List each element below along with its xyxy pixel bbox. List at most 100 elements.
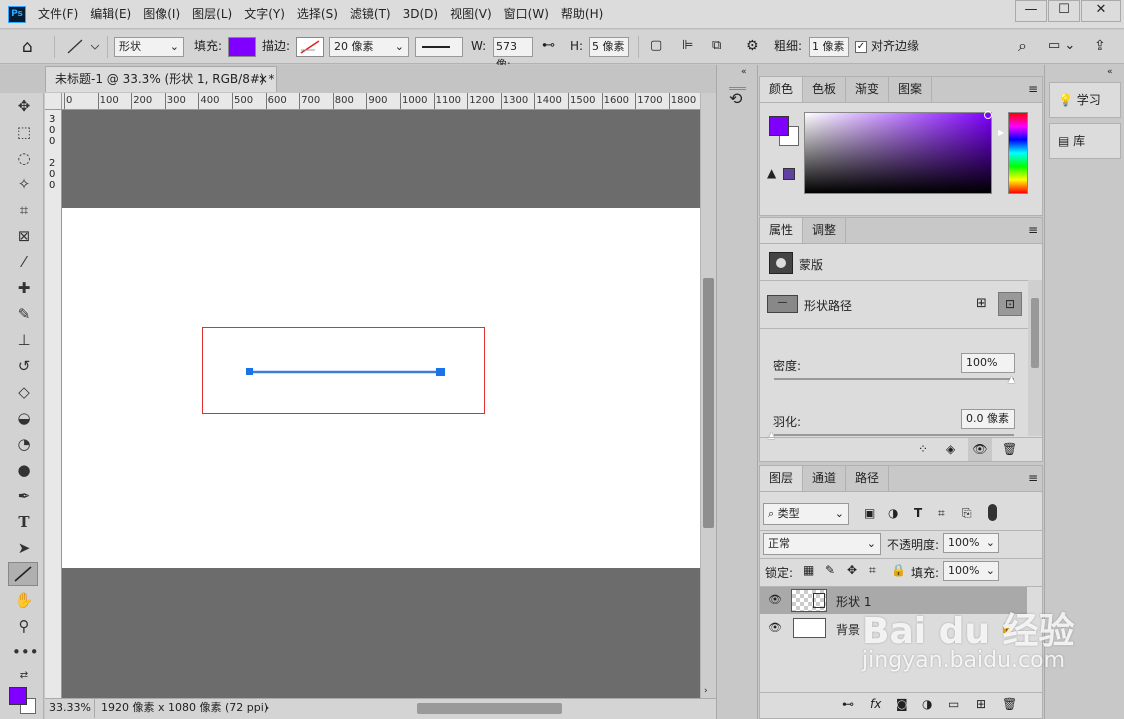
collapse-icon[interactable]: «	[741, 67, 747, 77]
history-brush-tool-icon[interactable]: ↺	[12, 355, 36, 377]
vector-mask-icon[interactable]: ⊡	[998, 292, 1022, 316]
menu-view[interactable]: 视图(V)	[450, 0, 498, 29]
eye-icon[interactable]: 👁	[768, 621, 782, 634]
blur-tool-icon[interactable]: ◔	[12, 433, 36, 455]
foreground-swatch[interactable]	[769, 116, 789, 136]
layer-filter-select[interactable]: ⌕ 类型 ⌄	[763, 503, 849, 525]
adjustment-layer-icon[interactable]: ◑	[922, 697, 932, 711]
close-window-button[interactable]: ✕	[1081, 0, 1121, 22]
color-picker-cursor[interactable]	[984, 111, 992, 119]
vertical-scrollbar[interactable]: ›	[700, 93, 716, 698]
magic-wand-tool-icon[interactable]: ✧	[12, 173, 36, 195]
menu-window[interactable]: 窗口(W)	[504, 0, 555, 29]
lock-pixels-icon[interactable]: ✎	[825, 563, 835, 577]
tab-adjustments[interactable]: 调整	[803, 218, 847, 243]
scroll-down-icon[interactable]: ›	[704, 686, 708, 696]
tab-paths[interactable]: 路径	[846, 466, 890, 491]
menu-3d[interactable]: 3D(D)	[403, 0, 444, 29]
layer-name[interactable]: 背景	[836, 621, 860, 638]
trash-icon[interactable]: 🗑	[1002, 697, 1017, 711]
path-selection-tool-icon[interactable]: ➤	[12, 537, 36, 559]
blend-mode-select[interactable]: 正常 ⌄	[763, 533, 881, 555]
crop-tool-icon[interactable]: ⌗	[12, 199, 36, 221]
move-tool-icon[interactable]: ✥	[12, 95, 36, 117]
zoom-level[interactable]: 33.33%	[45, 699, 95, 718]
panel-menu-icon[interactable]: ≡	[1028, 471, 1038, 485]
weight-field[interactable]: 1 像素	[809, 37, 849, 57]
add-mask-icon[interactable]: ⊞	[976, 296, 987, 311]
paint-bucket-tool-icon[interactable]: ◒	[12, 407, 36, 429]
fill-field[interactable]: 100% ⌄	[943, 561, 999, 581]
stroke-color-swatch[interactable]	[296, 37, 324, 57]
collapse-icon[interactable]: «	[1107, 67, 1113, 77]
lasso-tool-icon[interactable]: ◌	[12, 147, 36, 169]
menu-filter[interactable]: 滤镜(T)	[350, 0, 397, 29]
properties-scrollbar[interactable]	[1028, 280, 1042, 436]
history-icon[interactable]: ⟲	[729, 89, 742, 108]
close-icon[interactable]: ×	[258, 67, 268, 91]
new-layer-icon[interactable]: ⊞	[976, 697, 986, 711]
scrollbar-thumb[interactable]	[703, 278, 714, 528]
pen-tool-icon[interactable]: ✒	[12, 485, 36, 507]
chevron-right-icon[interactable]: ›	[265, 699, 269, 717]
line-shape[interactable]	[245, 365, 449, 379]
marquee-tool-icon[interactable]: ⬚	[12, 121, 36, 143]
learn-panel-button[interactable]: 💡 学习	[1049, 82, 1121, 118]
dodge-tool-icon[interactable]: ●	[12, 459, 36, 481]
shape-filter-icon[interactable]: ⌗	[938, 506, 945, 521]
pixel-filter-icon[interactable]: ▣	[864, 506, 875, 520]
scrollbar-thumb[interactable]	[1031, 298, 1039, 368]
feather-field[interactable]: 0.0 像素	[961, 409, 1015, 429]
filter-toggle[interactable]	[988, 504, 997, 521]
selection-icon[interactable]: ⁘	[918, 442, 928, 456]
height-field[interactable]: 5 像素	[589, 37, 629, 57]
menu-type[interactable]: 文字(Y)	[244, 0, 291, 29]
document-tab[interactable]: 未标题-1 @ 33.3% (形状 1, RGB/8#) * ×	[45, 66, 277, 92]
anchor-point[interactable]	[436, 368, 445, 376]
path-arrangement-icon[interactable]: ⧉	[712, 36, 721, 58]
home-icon[interactable]: ⌂	[22, 36, 33, 58]
eraser-tool-icon[interactable]: ◇	[12, 381, 36, 403]
stroke-type-select[interactable]	[415, 37, 463, 57]
line-tool-preset-picker[interactable]	[64, 36, 102, 58]
search-icon[interactable]: ⌕	[1018, 36, 1027, 58]
anchor-point[interactable]	[246, 368, 253, 375]
width-field[interactable]: 573 像:	[493, 37, 533, 71]
stroke-width-field[interactable]: 20 像素 ⌄	[329, 37, 409, 57]
gamut-swatch[interactable]	[783, 168, 795, 180]
density-field[interactable]: 100%	[961, 353, 1015, 373]
lock-artboard-icon[interactable]: ⌗	[869, 563, 876, 578]
density-slider-handle[interactable]: ▲	[1008, 375, 1015, 385]
menu-file[interactable]: 文件(F)	[38, 0, 84, 29]
panel-menu-icon[interactable]: ≡	[1028, 223, 1038, 237]
fx-icon[interactable]: fx	[870, 697, 881, 711]
line-tool-icon[interactable]	[8, 562, 38, 586]
eye-icon[interactable]: 👁	[968, 438, 992, 461]
path-operations-icon[interactable]: ▢	[650, 36, 662, 58]
foreground-color-swatch[interactable]	[9, 687, 27, 705]
folder-icon[interactable]: ▭	[948, 697, 959, 711]
document-canvas[interactable]	[62, 208, 700, 568]
brush-tool-icon[interactable]: ✎	[12, 303, 36, 325]
lock-all-icon[interactable]: 🔒	[891, 563, 906, 577]
apply-mask-icon[interactable]: ◈	[946, 442, 955, 456]
density-slider[interactable]	[774, 378, 1014, 380]
tab-color[interactable]: 颜色	[760, 77, 804, 102]
smart-object-filter-icon[interactable]: ⎘	[962, 506, 972, 521]
panel-menu-icon[interactable]: ≡	[1028, 82, 1038, 96]
lock-transparent-icon[interactable]: ▦	[803, 563, 814, 577]
share-icon[interactable]: ⇪	[1094, 36, 1106, 58]
tab-swatches[interactable]: 色板	[803, 77, 847, 102]
hue-slider[interactable]	[1008, 112, 1028, 194]
more-tools-icon[interactable]: •••	[12, 641, 39, 663]
horizontal-scrollbar-thumb[interactable]	[417, 703, 562, 714]
align-edges-checkbox[interactable]: ✓	[855, 41, 867, 53]
fill-color-swatch[interactable]	[228, 37, 256, 57]
menu-select[interactable]: 选择(S)	[297, 0, 344, 29]
menu-edit[interactable]: 编辑(E)	[90, 0, 137, 29]
trash-icon[interactable]: 🗑	[1002, 442, 1017, 456]
lock-position-icon[interactable]: ✥	[847, 563, 857, 577]
color-field[interactable]	[804, 112, 992, 194]
frame-tool-icon[interactable]: ⊠	[12, 225, 36, 247]
link-layers-icon[interactable]: ⊷	[842, 697, 854, 711]
